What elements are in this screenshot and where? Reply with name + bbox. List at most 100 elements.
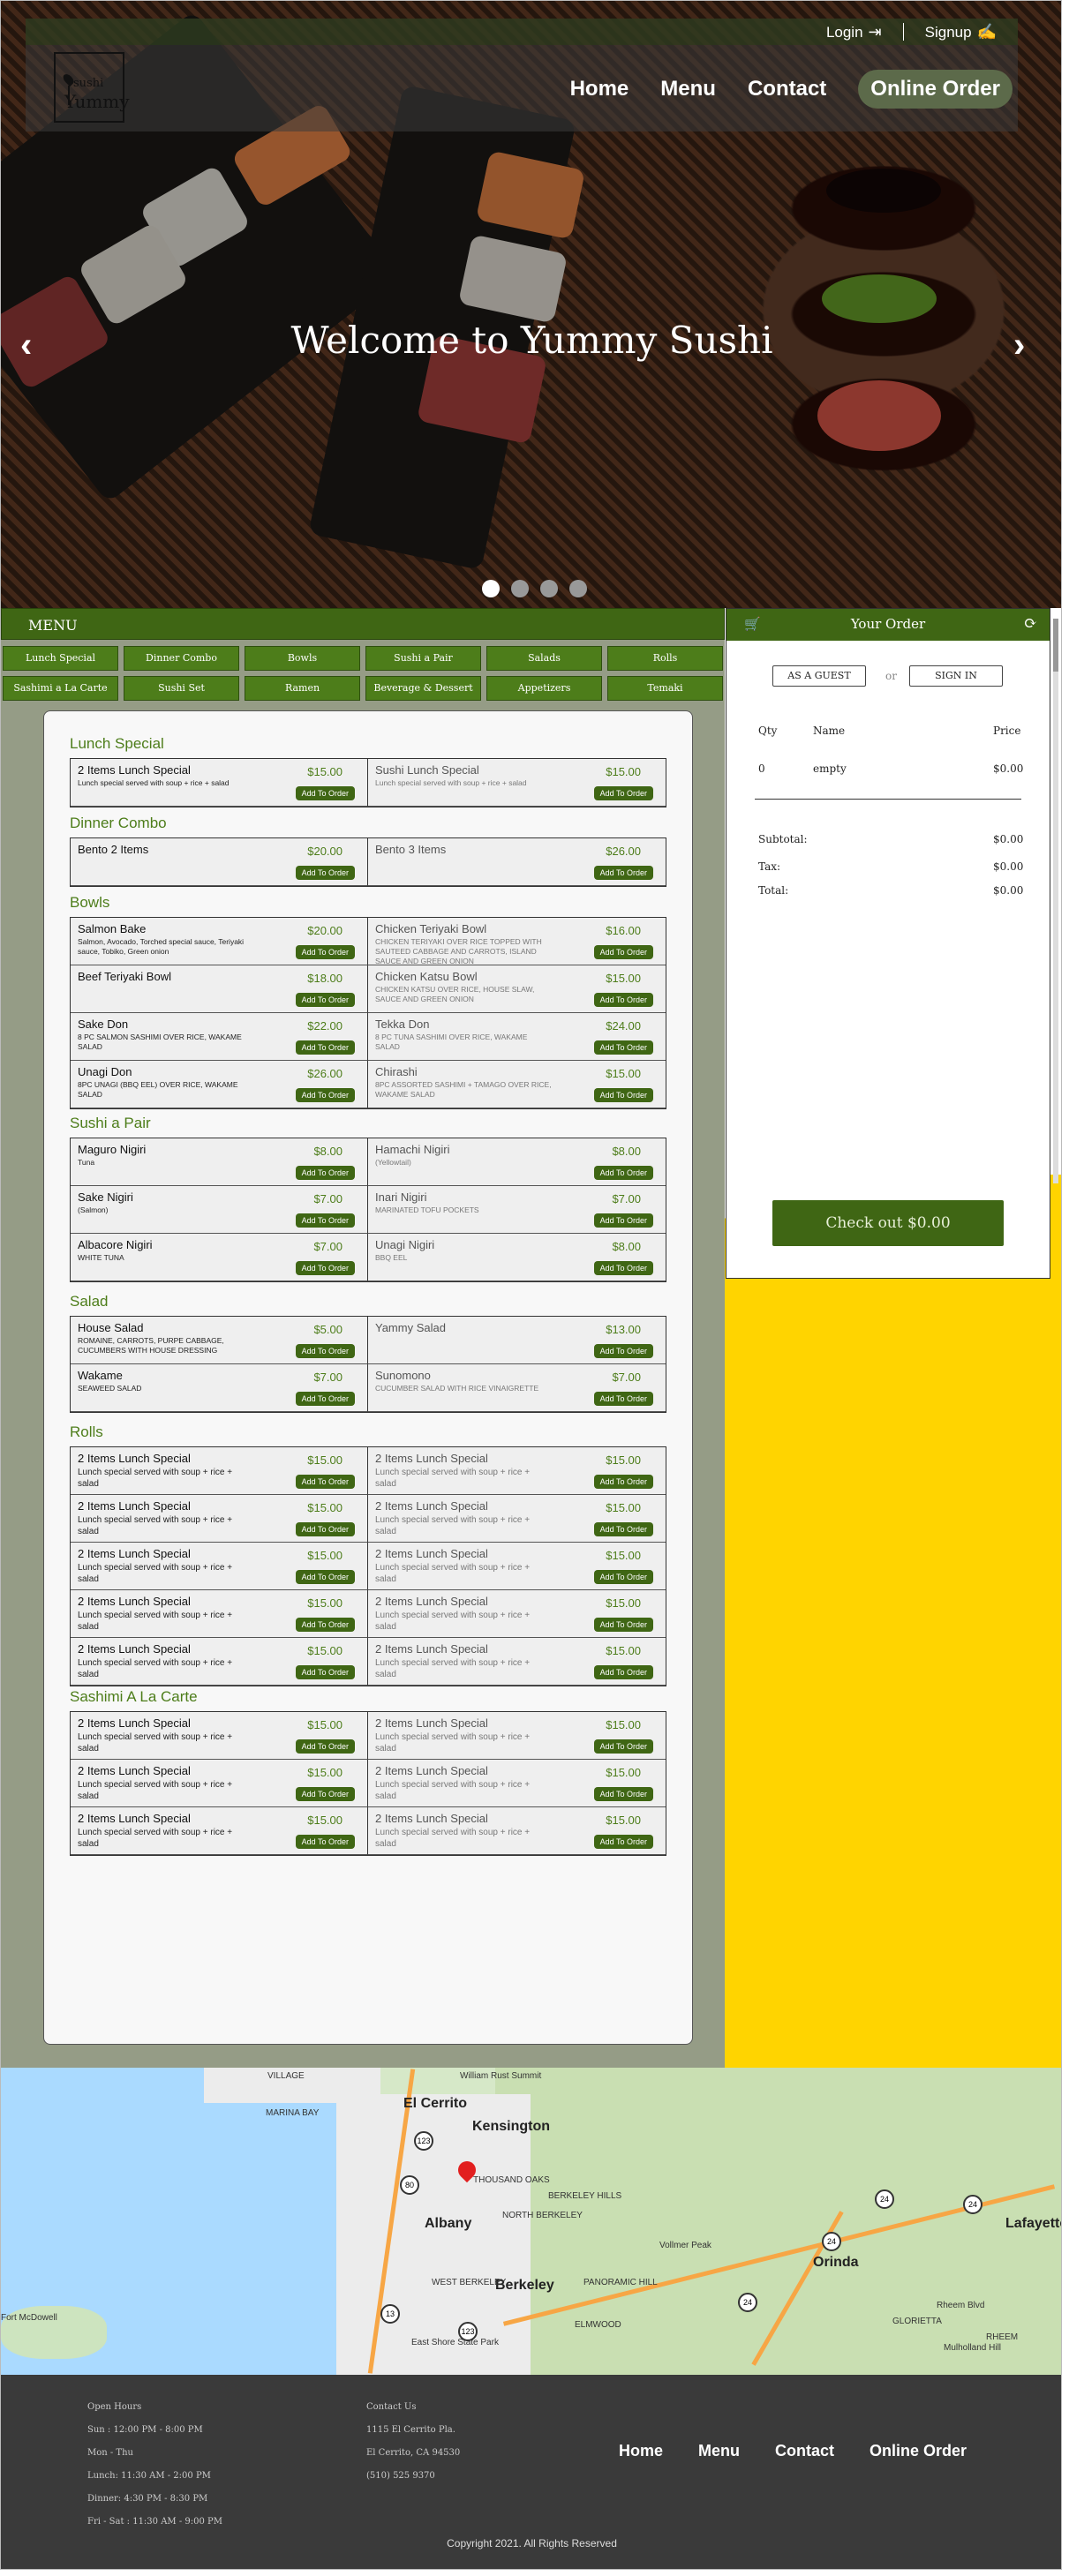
slider-prev-icon[interactable]: ‹ (20, 326, 32, 365)
slider-next-icon[interactable]: › (1013, 326, 1025, 365)
map-label: Albany (425, 2216, 472, 2231)
category-tab[interactable]: Salads (486, 646, 602, 671)
add-to-order-button[interactable]: Add To Order (295, 1213, 355, 1228)
add-to-order-button[interactable]: Add To Order (295, 1088, 355, 1102)
menu-section: Salad House Salad ROMAINE, CARROTS, PURPE … (70, 1293, 666, 1413)
add-to-order-button[interactable]: Add To Order (295, 1835, 355, 1849)
add-to-order-button[interactable]: Add To Order (295, 1261, 355, 1275)
category-tab[interactable]: Rolls (607, 646, 723, 671)
add-to-order-button[interactable]: Add To Order (593, 1787, 653, 1801)
category-tab[interactable]: Appetizers (486, 676, 602, 701)
add-to-order-button[interactable]: Add To Order (295, 1665, 355, 1679)
item-price: $7.00 (313, 1240, 343, 1253)
guest-button[interactable]: AS A GUEST (772, 665, 866, 687)
add-to-order-button[interactable]: Add To Order (593, 1739, 653, 1754)
logo[interactable]: sushi Yummy (54, 52, 130, 123)
category-tab[interactable]: Bowls (245, 646, 360, 671)
slider-dot[interactable] (511, 580, 529, 597)
menu-section: Dinner Combo Bento 2 Items $20.00 Add To Or… (70, 815, 666, 887)
checkout-button[interactable]: Check out $0.00 (772, 1200, 1004, 1246)
add-to-order-button[interactable]: Add To Order (593, 1166, 653, 1180)
add-to-order-button[interactable]: Add To Order (593, 993, 653, 1007)
refresh-icon[interactable]: ⟳ (1024, 609, 1037, 639)
hours-block: Open Hours Sun : 12:00 PM - 8:00 PM Mon … (87, 2396, 222, 2534)
scrollbar-thumb[interactable] (1053, 619, 1058, 672)
add-to-order-button[interactable]: Add To Order (593, 1835, 653, 1849)
add-to-order-button[interactable]: Add To Order (593, 945, 653, 959)
add-to-order-button[interactable]: Add To Order (295, 1344, 355, 1358)
map[interactable]: El Cerrito Kensington Albany Berkeley Orinda… (1, 2068, 1061, 2375)
item-price: $15.00 (606, 1718, 641, 1731)
nav-online-order[interactable]: Online Order (858, 70, 1013, 109)
category-tab[interactable]: Dinner Combo (124, 646, 239, 671)
add-to-order-button[interactable]: Add To Order (295, 1570, 355, 1584)
item-desc: Lunch special served with soup + rice + … (78, 1611, 233, 1632)
add-to-order-button[interactable]: Add To Order (295, 1475, 355, 1489)
add-to-order-button[interactable]: Add To Order (593, 1392, 653, 1406)
order-scrollbar[interactable] (1053, 619, 1058, 1183)
category-tab[interactable]: Ramen (245, 676, 360, 701)
add-to-order-button[interactable]: Add To Order (593, 1665, 653, 1679)
nav-home[interactable]: Home (570, 77, 629, 101)
footer-nav-online-order[interactable]: Online Order (870, 2442, 967, 2460)
add-to-order-button[interactable]: Add To Order (593, 1213, 653, 1228)
category-tab[interactable]: Lunch Special (3, 646, 118, 671)
menu-grid: Bento 2 Items $20.00 Add To Order Bento 3 I… (70, 837, 666, 887)
login-link[interactable]: Login ⇥ (826, 23, 882, 41)
menu-item: Sunomono CUCUMBER SALAD WITH RICE VINAIGR… (368, 1364, 666, 1412)
tax-label: Tax: (758, 860, 781, 873)
add-to-order-button[interactable]: Add To Order (593, 1040, 653, 1055)
item-desc: Lunch special served with soup + rice + … (78, 1732, 233, 1754)
add-to-order-button[interactable]: Add To Order (593, 1088, 653, 1102)
add-to-order-button[interactable]: Add To Order (593, 1618, 653, 1632)
item-desc: Lunch special served with soup + rice + … (78, 778, 230, 787)
slider-dot[interactable] (569, 580, 587, 597)
sign-in-button[interactable]: SIGN IN (909, 665, 1003, 687)
add-to-order-button[interactable]: Add To Order (593, 1475, 653, 1489)
category-tab[interactable]: Sushi Set (124, 676, 239, 701)
add-to-order-button[interactable]: Add To Order (295, 1787, 355, 1801)
menu-item: 2 Items Lunch Special Lunch special serve… (368, 1543, 666, 1590)
add-to-order-button[interactable]: Add To Order (593, 1522, 653, 1536)
add-to-order-button[interactable]: Add To Order (295, 1522, 355, 1536)
hero-title: Welcome to Yummy Sushi (290, 319, 773, 362)
map-label: Rheem Blvd (937, 2301, 985, 2310)
add-to-order-button[interactable]: Add To Order (295, 1040, 355, 1055)
add-to-order-button[interactable]: Add To Order (295, 945, 355, 959)
add-to-order-button[interactable]: Add To Order (593, 1570, 653, 1584)
add-to-order-button[interactable]: Add To Order (593, 1261, 653, 1275)
category-tab[interactable]: Temaki (607, 676, 723, 701)
add-to-order-button[interactable]: Add To Order (295, 786, 355, 800)
menu-item: Hamachi Nigiri (Yellowtail) $8.00 Add To Or… (368, 1138, 666, 1186)
signup-link[interactable]: Signup ✍ (925, 23, 997, 41)
add-to-order-button[interactable]: Add To Order (295, 1392, 355, 1406)
highway-shield-icon: 24 (738, 2293, 757, 2312)
add-to-order-button[interactable]: Add To Order (593, 1344, 653, 1358)
footer-nav-home[interactable]: Home (619, 2442, 663, 2460)
add-to-order-button[interactable]: Add To Order (295, 1618, 355, 1632)
footer-nav-contact[interactable]: Contact (775, 2442, 834, 2460)
cart-icon: 🛒 (744, 616, 761, 632)
add-to-order-button[interactable]: Add To Order (295, 993, 355, 1007)
item-price: $5.00 (313, 1323, 343, 1336)
slider-dot[interactable] (482, 580, 500, 597)
category-tab[interactable]: Sashimi a La Carte (3, 676, 118, 701)
col-name: Name (813, 725, 846, 737)
add-to-order-button[interactable]: Add To Order (295, 1166, 355, 1180)
add-to-order-button[interactable]: Add To Order (295, 866, 355, 880)
footer-nav-menu[interactable]: Menu (698, 2442, 740, 2460)
menu-item: Tekka Don 8 PC TUNA SASHIMI OVER RICE, WA… (368, 1013, 666, 1061)
menu-item: Chicken Teriyaki Bowl CHICKEN TERIYAKI OV… (368, 918, 666, 965)
nav-menu[interactable]: Menu (660, 77, 716, 101)
divider (755, 799, 1021, 800)
add-to-order-button[interactable]: Add To Order (593, 866, 653, 880)
category-tab[interactable]: Beverage & Dessert (365, 676, 481, 701)
menu-item: Chicken Katsu Bowl CHICKEN KATSU OVER RIC… (368, 965, 666, 1013)
add-to-order-button[interactable]: Add To Order (593, 786, 653, 800)
item-price: $15.00 (606, 1453, 641, 1467)
nav-contact[interactable]: Contact (748, 77, 826, 101)
slider-dot[interactable] (540, 580, 558, 597)
footer: Open Hours Sun : 12:00 PM - 8:00 PM Mon … (1, 2375, 1061, 2569)
category-tab[interactable]: Sushi a Pair (365, 646, 481, 671)
add-to-order-button[interactable]: Add To Order (295, 1739, 355, 1754)
